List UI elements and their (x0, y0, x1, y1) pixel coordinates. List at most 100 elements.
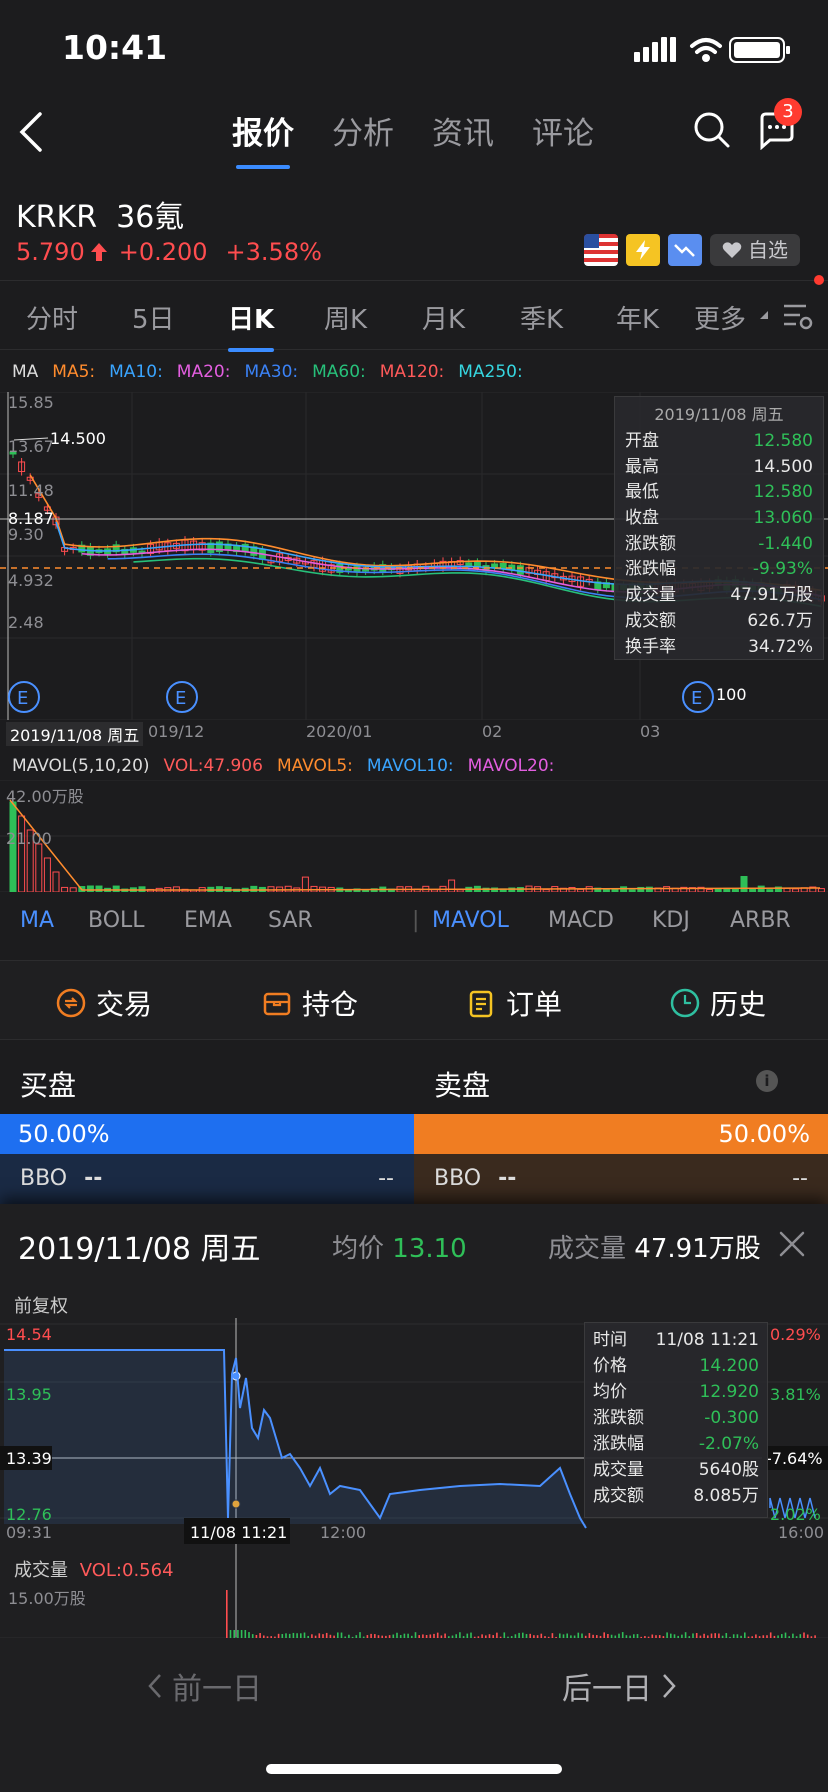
volume-bar (542, 889, 550, 892)
lightning-icon[interactable] (626, 234, 660, 266)
prev-day-label: 前一日 (172, 1672, 262, 1707)
intraday-vol-bar (559, 1633, 561, 1638)
briefcase-icon (263, 992, 291, 1016)
intraday-vol-bar (562, 1634, 565, 1638)
indicator-tab-boll[interactable]: BOLL (88, 908, 145, 933)
intraday-vol-bar (710, 1633, 713, 1638)
tab-news[interactable]: 资讯 (432, 108, 494, 153)
tab-analysis[interactable]: 分析 (332, 108, 394, 153)
tab-comments[interactable]: 评论 (532, 108, 594, 153)
kline-y-label: 11.48 (8, 481, 54, 500)
vol-y-mid: 21.00 (6, 829, 52, 848)
info-icon[interactable]: i (756, 1070, 778, 1092)
back-button[interactable] (14, 108, 54, 156)
earnings-event-icon: E (682, 681, 714, 713)
intraday-vol-bar (314, 1635, 317, 1638)
info-key: 价格 (593, 1356, 627, 1376)
info-key: 开盘 (625, 431, 659, 451)
info-key: 涨跌幅 (593, 1434, 644, 1454)
intraday-area (4, 1350, 586, 1528)
triangle-down-icon (760, 311, 768, 319)
sheet-avg-label: 均价 (332, 1234, 385, 1264)
period-tab-5day[interactable]: 5日 (132, 299, 175, 336)
indicator-tab-kdj[interactable]: KDJ (652, 908, 690, 933)
volume-bar (757, 885, 765, 892)
intraday-vol-bar (263, 1635, 265, 1638)
volume-bar (749, 888, 757, 892)
trade-button[interactable]: 交易 (56, 983, 152, 1023)
indicator-tab-arbr[interactable]: ARBR (730, 908, 791, 933)
volume-bar (61, 886, 69, 892)
history-label: 历史 (710, 988, 767, 1021)
intraday-vol-bar (466, 1633, 469, 1638)
info-row: 最低 12.580 (625, 480, 813, 506)
intraday-vol-bar (281, 1634, 284, 1638)
intraday-vol-bar (603, 1632, 605, 1638)
intraday-vol-bar (370, 1633, 372, 1638)
svg-text:E: E (17, 688, 28, 709)
intraday-vol-bar (673, 1634, 676, 1638)
period-tab-daily[interactable]: 日K (228, 299, 275, 352)
chevron-left-icon (148, 1674, 161, 1698)
ma-legend-item: MA10: (109, 362, 163, 382)
history-button[interactable]: 历史 (670, 983, 766, 1023)
intraday-vol-bar (577, 1632, 580, 1638)
info-row: 开盘 12.580 (625, 429, 813, 455)
intraday-vol-bar (566, 1633, 568, 1638)
trend-down-icon[interactable] (668, 234, 702, 266)
info-key: 涨跌幅 (625, 559, 676, 580)
positions-button[interactable]: 持仓 (262, 983, 358, 1023)
intraday-vol-bar (229, 1630, 232, 1638)
chart-settings-icon[interactable] (782, 301, 814, 331)
period-tab-intraday[interactable]: 分时 (26, 299, 78, 336)
indicator-tab-ma[interactable]: MA (20, 908, 54, 933)
intraday-vol-bar (681, 1634, 683, 1638)
intraday-vol-bar (255, 1634, 258, 1638)
indicator-tab-macd[interactable]: MACD (548, 908, 614, 933)
intraday-vol-bar (318, 1633, 321, 1638)
intraday-vol-bar (806, 1634, 809, 1638)
clock-icon (670, 988, 700, 1018)
info-row: 换手率 34.72% (625, 635, 813, 661)
indicator-tab-mavol[interactable]: MAVOL (432, 908, 509, 933)
period-tab-monthly[interactable]: 月K (422, 299, 465, 336)
info-row: 成交额 626.7万 (625, 609, 813, 635)
period-tab-more[interactable]: 更多 (694, 299, 746, 336)
heart-icon (722, 242, 742, 258)
intraday-vol-bar (640, 1636, 642, 1638)
volume-bar (663, 886, 671, 892)
prev-day-button[interactable]: 前一日 (146, 1664, 262, 1708)
intraday-vol-bar (403, 1633, 406, 1638)
intraday-vol-bar (481, 1634, 483, 1638)
indicator-tab-ema[interactable]: EMA (184, 908, 232, 933)
kline-info-panel: 2019/11/08 周五 开盘 12.580 最高 14.500 最低 12.580 收盘… (614, 396, 824, 660)
intraday-vol-bar (769, 1632, 772, 1638)
tab-quote[interactable]: 报价 (232, 108, 294, 169)
volume-chart[interactable]: 42.00万股 21.00 (0, 780, 828, 892)
ask-ratio-bar: 50.00% (414, 1114, 828, 1154)
sheet-volume: 成交量 47.91万股 (548, 1228, 761, 1265)
period-tab-weekly[interactable]: 周K (324, 299, 367, 336)
intraday-vol-bar (599, 1635, 602, 1638)
info-value: 34.72% (748, 636, 813, 657)
info-value: 626.7万 (747, 610, 813, 631)
indicator-tab-sar[interactable]: SAR (268, 908, 313, 933)
close-button[interactable] (776, 1228, 808, 1260)
period-tab-quarterly[interactable]: 季K (520, 299, 563, 336)
search-button[interactable] (692, 110, 732, 154)
intraday-vol-bar (337, 1632, 339, 1638)
intraday-vol-bar (721, 1635, 724, 1638)
watchlist-label: 自选 (748, 238, 788, 262)
intraday-vol-bar (725, 1633, 728, 1638)
orders-button[interactable]: 订单 (466, 983, 562, 1023)
intraday-vol-bar (311, 1634, 313, 1638)
intraday-vol-bar (366, 1635, 369, 1638)
intraday-vol-bar (803, 1632, 805, 1638)
intraday-vol-bar (670, 1633, 672, 1638)
next-day-button[interactable]: 后一日 (562, 1664, 678, 1708)
bbo-bid-size: -- (378, 1166, 394, 1191)
intraday-vol-bar (751, 1636, 753, 1638)
period-tab-yearly[interactable]: 年K (616, 299, 659, 336)
intraday-vol-title: 成交量 (14, 1560, 68, 1581)
watchlist-button[interactable]: 自选 (710, 234, 800, 266)
